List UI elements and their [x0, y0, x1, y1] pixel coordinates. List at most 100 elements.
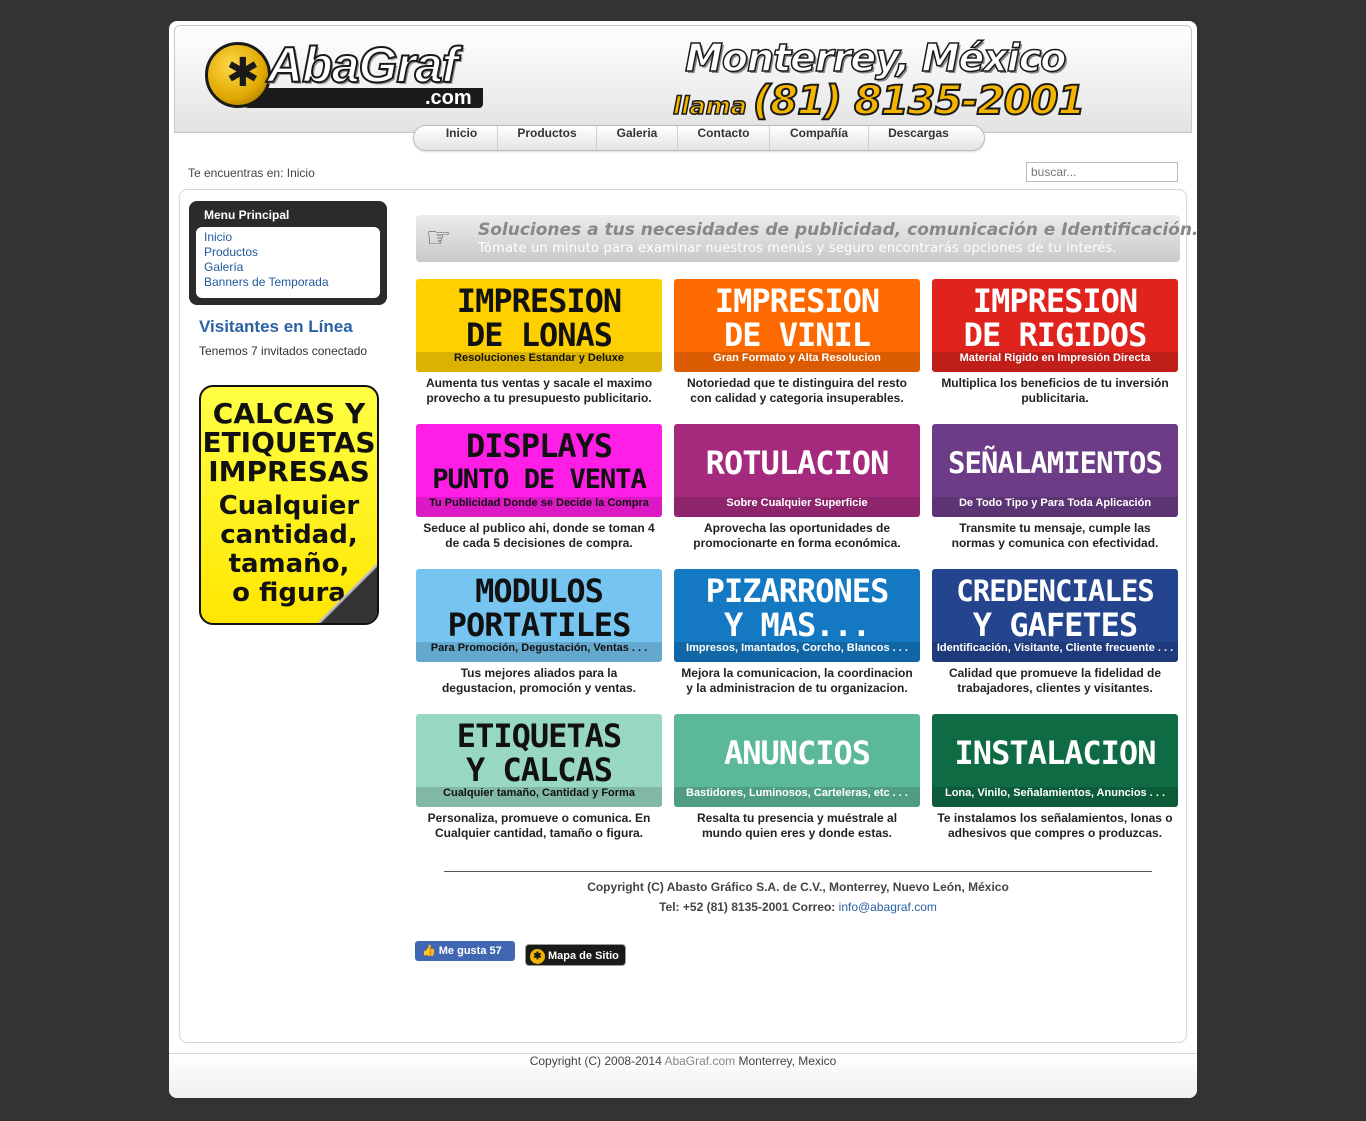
product-description-line: normas y comunica con efectividad. [951, 536, 1159, 550]
product-card[interactable]: MODULOS PORTATILES Para Promoción, Degusta… [416, 569, 662, 704]
logo-suffix: .com [425, 87, 472, 109]
product-title: INSTALACION [954, 734, 1157, 772]
product-card[interactable]: PIZARRONES Y MAS... Impresos, Imantados, C… [674, 569, 920, 704]
menu-item-inicio[interactable]: Inicio [204, 230, 380, 245]
product-description-line: con calidad y categoria insuperables. [690, 391, 904, 405]
main-menu-title: Menu Principal [204, 208, 290, 222]
product-description-line: Personaliza, promueve o comunica. En [427, 811, 651, 825]
product-description-line: promocionarte en forma económica. [693, 536, 901, 550]
product-description-line: Calidad que promueve la fidelidad de [948, 666, 1162, 680]
product-description: Seduce al publico ahi, donde se toman 4d… [416, 521, 662, 551]
nav-galeria[interactable]: Galeria [597, 126, 678, 150]
product-banner[interactable]: INSTALACION Lona, Vinilo, Señalamientos, … [932, 714, 1178, 807]
menu-item-productos[interactable]: Productos [204, 245, 380, 260]
product-subtitle: Lona, Vinilo, Señalamientos, Anuncios . … [932, 787, 1178, 807]
product-description: Resalta tu presencia y muéstrale al mundo… [674, 811, 920, 841]
product-description: Aumenta tus ventas y sacale el maximo pro… [416, 376, 662, 406]
product-description: Te instalamos los señalamientos, lonas o… [932, 811, 1178, 841]
tagline-banner: ☞ Soluciones a tus necesidades de public… [416, 215, 1198, 262]
product-subtitle: Cualquier tamaño, Cantidad y Forma [416, 787, 662, 807]
product-subtitle: Para Promoción, Degustación, Ventas . . … [416, 642, 662, 662]
product-card[interactable]: IMPRESION DE VINIL Gran Formato y Alta Res… [674, 279, 920, 414]
promo-line: ETIQUETAS [202, 426, 376, 459]
product-title-line2: Y GAFETES [972, 606, 1138, 644]
search-input[interactable] [1026, 162, 1178, 182]
product-card[interactable]: ETIQUETAS Y CALCAS Cualquier tamaño, Canti… [416, 714, 662, 849]
product-description-line: y la administracion de tu organizacion. [686, 681, 908, 695]
footer-email-link[interactable]: info@abagraf.com [839, 900, 937, 914]
thumbs-up-icon: 👍 [422, 945, 436, 957]
facebook-like-button[interactable]: 👍 Me gusta 57 [415, 941, 515, 961]
nav-compania[interactable]: Compañía [770, 126, 869, 150]
product-description-line: trabajadores, clientes y visitantes. [957, 681, 1153, 695]
product-subtitle: Resoluciones Estandar y Deluxe [416, 352, 662, 372]
product-card[interactable]: SEÑALAMIENTOS De Todo Tipo y Para Toda Ap… [932, 424, 1178, 559]
nav-productos[interactable]: Productos [498, 126, 597, 150]
product-title: MODULOS [475, 572, 604, 610]
product-title-line2: PORTATILES [447, 606, 632, 644]
product-card[interactable]: ANUNCIOS Bastidores, Luminosos, Cartelera… [674, 714, 920, 849]
product-description: Notoriedad que te distinguira del resto c… [674, 376, 920, 406]
product-card[interactable]: IMPRESION DE LONAS Resoluciones Estandar y… [416, 279, 662, 414]
product-banner[interactable]: CREDENCIALES Y GAFETES Identificación, Vis… [932, 569, 1178, 662]
page-frame: ✱ AbaGraf .com Monterrey, México llama (8… [169, 21, 1198, 1098]
product-banner[interactable]: ROTULACION Sobre Cualquier Superficie [674, 424, 920, 517]
product-banner[interactable]: SEÑALAMIENTOS De Todo Tipo y Para Toda Ap… [932, 424, 1178, 517]
product-banner[interactable]: PIZARRONES Y MAS... Impresos, Imantados, C… [674, 569, 920, 662]
product-card[interactable]: INSTALACION Lona, Vinilo, Señalamientos, … [932, 714, 1178, 849]
product-subtitle: Impresos, Imantados, Corcho, Blancos . .… [674, 642, 920, 662]
product-description-line: mundo quien eres y donde estas. [701, 826, 893, 840]
footer-divider [444, 871, 1152, 872]
product-banner[interactable]: IMPRESION DE RIGIDOS Material Rigido en Im… [932, 279, 1178, 372]
product-banner[interactable]: IMPRESION DE VINIL Gran Formato y Alta Res… [674, 279, 920, 372]
footer-contact-text: Tel: +52 (81) 8135-2001 Correo: [659, 900, 836, 914]
page-footer: Copyright (C) 2008-2014 AbaGraf.com Mont… [169, 1053, 1197, 1098]
main-nav: Inicio Productos Galeria Contacto Compañ… [413, 125, 985, 151]
sitemap-button[interactable]: ✱ Mapa de Sitio [525, 944, 626, 966]
product-banner[interactable]: ANUNCIOS Bastidores, Luminosos, Cartelera… [674, 714, 920, 807]
product-card[interactable]: DISPLAYS PUNTO DE VENTA Tu Publicidad Dond… [416, 424, 662, 559]
product-banner[interactable]: DISPLAYS PUNTO DE VENTA Tu Publicidad Dond… [416, 424, 662, 517]
product-subtitle: Sobre Cualquier Superficie [674, 497, 920, 517]
nav-inicio[interactable]: Inicio [426, 126, 498, 150]
site-logo[interactable]: ✱ AbaGraf .com [205, 37, 495, 112]
product-card[interactable]: ROTULACION Sobre Cualquier Superficie Apro… [674, 424, 920, 559]
product-title-line2: PUNTO DE VENTA [432, 464, 647, 495]
product-description-line: Tus mejores aliados para la [460, 666, 618, 680]
bottom-site-link[interactable]: AbaGraf.com [664, 1054, 735, 1068]
product-card[interactable]: CREDENCIALES Y GAFETES Identificación, Vis… [932, 569, 1178, 704]
menu-item-banners[interactable]: Banners de Temporada [204, 275, 380, 290]
bottom-location: Monterrey, Mexico [738, 1054, 837, 1068]
product-description-line: Multiplica los beneficios de tu inversió… [941, 376, 1169, 390]
promo-line: Cualquier [218, 491, 360, 521]
product-subtitle: Gran Formato y Alta Resolucion [674, 352, 920, 372]
tagline-subtitle: Tómate un minuto para examinar nuestros … [478, 241, 1117, 256]
product-banner[interactable]: IMPRESION DE LONAS Resoluciones Estandar y… [416, 279, 662, 372]
breadcrumb: Te encuentras en: Inicio [188, 166, 315, 180]
phone-number: (81) 8135-2001 [752, 77, 1086, 125]
promo-line: tamaño, [228, 549, 350, 579]
product-title: IMPRESION [972, 282, 1138, 320]
promo-banner[interactable]: CALCAS Y ETIQUETAS IMPRESAS Cualquier ca… [199, 385, 379, 625]
logo-text: AbaGraf [266, 37, 459, 93]
content-area: Menu Principal Inicio Productos Galería … [179, 189, 1198, 1043]
product-card[interactable]: IMPRESION DE RIGIDOS Material Rigido en Im… [932, 279, 1178, 414]
product-description-line: Notoriedad que te distinguira del resto [686, 376, 908, 390]
product-description: Personaliza, promueve o comunica. En Cual… [416, 811, 662, 841]
logo-figure-icon: ✱ [205, 42, 271, 108]
sitemap-label: Mapa de Sitio [548, 950, 619, 962]
nav-descargas[interactable]: Descargas [869, 126, 968, 150]
phone-label: llama [672, 91, 747, 121]
product-subtitle: De Todo Tipo y Para Toda Aplicación [932, 497, 1178, 517]
product-description-line: Resalta tu presencia y muéstrale al [696, 811, 898, 825]
menu-item-galeria[interactable]: Galería [204, 260, 380, 275]
product-description-line: degustacion, promoción y ventas. [441, 681, 637, 695]
header-phone: llama (81) 8135-2001 [672, 77, 1086, 125]
product-title-line2: DE RIGIDOS [963, 316, 1148, 354]
product-banner[interactable]: MODULOS PORTATILES Para Promoción, Degusta… [416, 569, 662, 662]
product-banner[interactable]: ETIQUETAS Y CALCAS Cualquier tamaño, Canti… [416, 714, 662, 807]
nav-contacto[interactable]: Contacto [678, 126, 770, 150]
product-title: PIZARRONES [705, 572, 890, 610]
visitors-text: Tenemos 7 invitados conectado [199, 344, 368, 358]
product-description: Tus mejores aliados para la degustacion, … [416, 666, 662, 696]
